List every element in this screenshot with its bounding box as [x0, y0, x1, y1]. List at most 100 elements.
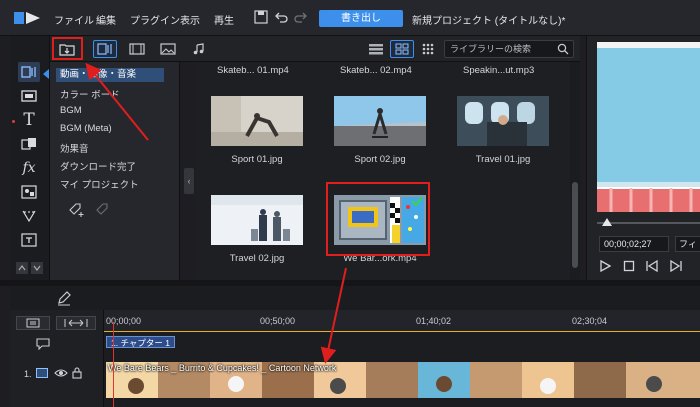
undo-icon[interactable] — [274, 10, 288, 24]
category-color-board[interactable]: カラー ボード — [60, 87, 120, 101]
all-media-icon — [97, 43, 112, 55]
new-indicator-dot — [12, 120, 15, 123]
room-rail: T fx — [10, 36, 50, 280]
fit-dropdown[interactable]: フィ — [675, 236, 700, 252]
menu-edit[interactable]: 編集 — [96, 12, 116, 27]
category-sound-effects[interactable]: 効果音 — [60, 141, 89, 155]
next-frame-icon[interactable] — [669, 260, 683, 272]
track-video-icon[interactable] — [36, 368, 48, 378]
menu-file[interactable]: ファイル — [54, 12, 94, 27]
particle-room-button[interactable] — [18, 206, 40, 226]
remove-tag-icon[interactable] — [95, 202, 113, 218]
project-title: 新規プロジェクト (タイトルなし)* — [412, 16, 566, 27]
media-caption-skateboard-1[interactable]: Skateb... 01.mp4 — [217, 65, 289, 76]
list-view-button[interactable] — [364, 40, 388, 58]
rail-scroll-down-icon[interactable] — [31, 262, 43, 274]
filter-video-button[interactable] — [125, 40, 149, 58]
filter-all-media-button[interactable] — [93, 40, 117, 58]
category-bgm-meta[interactable]: BGM (Meta) — [60, 123, 112, 134]
effect-room-button[interactable]: fx — [18, 158, 40, 178]
chapter-marker[interactable]: 1. チャプター 1 — [106, 336, 175, 348]
redo-icon[interactable] — [294, 10, 308, 24]
menu-playback[interactable]: 再生 — [214, 12, 234, 27]
grid-view-icon — [395, 43, 409, 55]
media-room-button[interactable] — [18, 62, 40, 82]
video-effect-icon — [21, 90, 37, 102]
fx-room-button[interactable] — [18, 86, 40, 106]
filter-audio-button[interactable] — [187, 40, 211, 58]
chapter-comment-icon[interactable] — [36, 338, 50, 350]
library-search-input[interactable]: ライブラリーの検索 — [444, 40, 574, 58]
list-view-icon — [369, 44, 383, 55]
preview-panel: 00;00;02;27 フィ — [586, 36, 700, 280]
category-my-projects[interactable]: マイ プロジェクト — [60, 177, 139, 191]
transition-room-button[interactable] — [18, 134, 40, 154]
pip-room-button[interactable] — [18, 182, 40, 202]
lock-icon[interactable] — [72, 367, 82, 379]
media-caption: Travel 02.jpg — [229, 253, 285, 264]
media-room-icon — [21, 66, 36, 78]
collapse-panel-tab[interactable]: ‹ — [184, 168, 194, 194]
library-scrollbar-thumb[interactable] — [572, 182, 578, 268]
ruler-label: 00;00;00 — [106, 316, 142, 326]
category-panel: 動画・画像・音楽 カラー ボード BGM BGM (Meta) 効果音 ダウンロ… — [50, 62, 180, 280]
subtitle-room-button[interactable] — [18, 230, 40, 250]
timeline-toolbar — [10, 286, 700, 310]
media-caption-skateboard-2[interactable]: Skateb... 02.mp4 — [340, 65, 412, 76]
media-caption: Sport 02.jpg — [354, 154, 406, 165]
play-icon[interactable] — [599, 260, 611, 272]
preview-screen — [597, 42, 700, 212]
seek-handle-icon[interactable] — [602, 218, 612, 226]
track-manager-button[interactable] — [16, 316, 50, 330]
timeline-area[interactable]: 00;00;00 00;50;00 01;40;02 02;30;04 1. チ… — [104, 310, 700, 407]
active-room-indicator — [43, 69, 49, 79]
category-bgm[interactable]: BGM — [60, 105, 82, 116]
timeline-ruler[interactable]: 00;00;00 00;50;00 01;40;02 02;30;04 — [104, 310, 700, 332]
pip-icon — [21, 185, 37, 199]
edit-pencil-icon[interactable] — [56, 290, 72, 306]
title-room-button[interactable]: T — [18, 110, 40, 130]
timecode-display[interactable]: 00;00;02;27 — [599, 236, 669, 252]
ruler-label: 01;40;02 — [416, 316, 452, 326]
fit-timeline-button[interactable] — [56, 316, 96, 330]
media-caption-speaking-audio[interactable]: Speakin...ut.mp3 — [463, 65, 534, 76]
chevron-left-icon: ‹ — [187, 176, 191, 186]
dots-grid-icon — [422, 43, 434, 55]
playhead[interactable] — [113, 322, 114, 407]
small-icons-view-button[interactable] — [416, 40, 440, 58]
media-highlight-box — [326, 182, 430, 256]
transition-icon — [21, 138, 36, 150]
ruler-label: 00;50;00 — [260, 316, 296, 326]
menu-plugin[interactable]: プラグイン — [130, 12, 180, 27]
stop-icon[interactable] — [623, 260, 635, 272]
title-t-icon: T — [23, 110, 35, 130]
library-scrollbar[interactable] — [570, 62, 580, 280]
music-note-icon — [193, 43, 204, 55]
export-button[interactable]: 書き出し — [319, 10, 403, 27]
preview-seekbar[interactable] — [597, 222, 700, 224]
category-media[interactable]: 動画・画像・音楽 — [56, 68, 164, 82]
rail-scroll-up-icon[interactable] — [16, 262, 28, 274]
grid-view-button[interactable] — [390, 40, 414, 58]
particle-icon — [22, 210, 36, 223]
media-item-sport-02[interactable]: Sport 02.jpg — [330, 96, 430, 165]
track-header: 1. — [10, 310, 104, 407]
search-icon[interactable] — [557, 43, 569, 55]
category-downloads[interactable]: ダウンロード完了 — [60, 159, 136, 173]
library-toolbar: ライブラリーの検索 — [50, 36, 580, 62]
ruler-label: 02;30;04 — [572, 316, 608, 326]
category-tools — [68, 202, 113, 221]
menu-view[interactable]: 表示 — [180, 12, 200, 27]
filter-image-button[interactable] — [156, 40, 180, 58]
media-item-sport-01[interactable]: Sport 01.jpg — [207, 96, 307, 165]
track-manager-icon — [26, 318, 40, 328]
previous-frame-icon[interactable] — [645, 260, 659, 272]
media-item-travel-02[interactable]: Travel 02.jpg — [207, 195, 307, 264]
thumbnail — [211, 96, 303, 146]
save-icon[interactable] — [254, 10, 268, 24]
eye-visibility-icon[interactable] — [54, 368, 68, 378]
add-tag-icon[interactable] — [68, 202, 86, 218]
media-item-travel-01[interactable]: Travel 01.jpg — [453, 96, 553, 165]
thumbnail — [211, 195, 303, 245]
video-clip[interactable]: We Bare Bears _ Burrito & Cupcakes! _ Ca… — [106, 362, 700, 398]
